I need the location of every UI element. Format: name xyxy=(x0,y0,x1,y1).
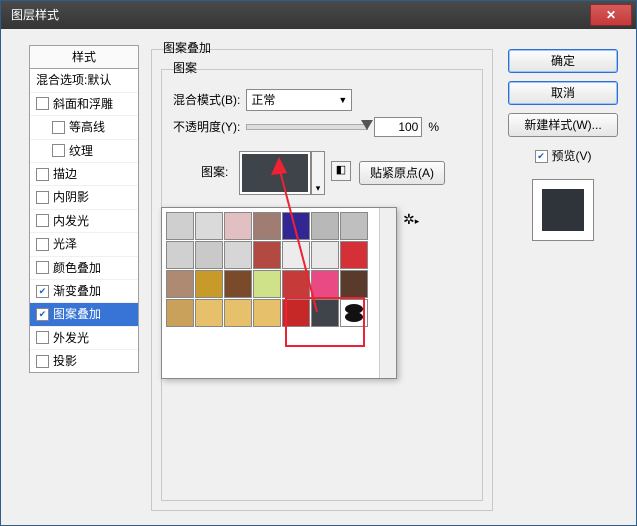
titlebar: 图层样式 ✕ xyxy=(1,1,636,29)
pattern-swatch[interactable] xyxy=(340,299,368,327)
blend-options-row[interactable]: 混合选项:默认 xyxy=(30,69,138,92)
new-preset-icon[interactable]: ◧ xyxy=(331,161,351,181)
pattern-swatch[interactable] xyxy=(311,270,339,298)
pattern-swatch[interactable] xyxy=(282,270,310,298)
style-row-label: 内阴影 xyxy=(53,190,89,204)
close-button[interactable]: ✕ xyxy=(590,4,632,26)
pattern-picker xyxy=(161,207,397,379)
pattern-swatch[interactable] xyxy=(253,270,281,298)
checkbox[interactable] xyxy=(36,97,49,110)
pattern-swatch[interactable] xyxy=(195,299,223,327)
gear-icon[interactable]: ✲▸ xyxy=(403,211,419,228)
pattern-swatch[interactable] xyxy=(282,241,310,269)
preview-label: 预览(V) xyxy=(552,149,592,163)
checkbox[interactable] xyxy=(36,191,49,204)
style-row-label: 外发光 xyxy=(53,331,89,345)
pattern-swatch[interactable] xyxy=(253,212,281,240)
chevron-down-icon: ▾ xyxy=(316,183,321,194)
pattern-swatch[interactable] xyxy=(195,270,223,298)
close-icon: ✕ xyxy=(606,8,616,22)
blend-mode-label: 混合模式(B): xyxy=(173,93,240,107)
style-row[interactable]: 颜色叠加 xyxy=(30,257,138,280)
cancel-button[interactable]: 取消 xyxy=(508,81,618,105)
checkbox[interactable] xyxy=(36,214,49,227)
pattern-swatch[interactable] xyxy=(282,212,310,240)
style-row[interactable]: 光泽 xyxy=(30,233,138,256)
preview-thumbnail xyxy=(532,179,594,241)
opacity-value[interactable]: 100 xyxy=(374,117,422,137)
checkbox[interactable] xyxy=(36,355,49,368)
pattern-label: 图案: xyxy=(201,165,228,179)
pattern-swatch[interactable] xyxy=(166,212,194,240)
slider-thumb[interactable] xyxy=(361,120,373,130)
pattern-swatch[interactable] xyxy=(166,241,194,269)
checkbox[interactable] xyxy=(36,331,49,344)
style-row-label: 内发光 xyxy=(53,214,89,228)
percent-label: % xyxy=(428,120,439,134)
inner-section-title: 图案 xyxy=(169,61,201,75)
pattern-swatch[interactable] xyxy=(311,299,339,327)
pattern-swatch[interactable] xyxy=(224,299,252,327)
style-row-label: 图案叠加 xyxy=(53,307,101,321)
style-row[interactable]: 内阴影 xyxy=(30,186,138,209)
scrollbar[interactable] xyxy=(379,208,396,378)
opacity-slider[interactable] xyxy=(246,124,368,130)
style-row-label: 等高线 xyxy=(69,120,105,134)
style-row[interactable]: 纹理 xyxy=(30,140,138,163)
pattern-swatch[interactable] xyxy=(311,241,339,269)
pattern-swatch[interactable] xyxy=(166,270,194,298)
window-title: 图层样式 xyxy=(5,8,590,22)
style-row-label: 光泽 xyxy=(53,237,77,251)
pattern-swatch[interactable] xyxy=(282,299,310,327)
pattern-swatch[interactable] xyxy=(224,270,252,298)
style-row[interactable]: 图案叠加 xyxy=(30,303,138,326)
checkbox[interactable] xyxy=(52,144,65,157)
style-row-label: 斜面和浮雕 xyxy=(53,97,113,111)
style-row[interactable]: 描边 xyxy=(30,163,138,186)
checkbox[interactable] xyxy=(36,285,49,298)
checkbox[interactable] xyxy=(36,308,49,321)
pattern-dropdown-button[interactable]: ▾ xyxy=(311,151,325,195)
pattern-swatch[interactable] xyxy=(224,241,252,269)
snap-to-origin-button[interactable]: 贴紧原点(A) xyxy=(359,161,445,185)
pattern-swatch[interactable] xyxy=(166,299,194,327)
style-row[interactable]: 斜面和浮雕 xyxy=(30,93,138,116)
pattern-swatch[interactable] xyxy=(195,212,223,240)
style-row[interactable]: 等高线 xyxy=(30,116,138,139)
blend-options-label: 混合选项:默认 xyxy=(36,73,111,87)
pattern-swatch[interactable] xyxy=(253,299,281,327)
pattern-swatch[interactable] xyxy=(253,241,281,269)
pattern-swatch[interactable] xyxy=(311,212,339,240)
style-row[interactable]: 外发光 xyxy=(30,327,138,350)
styles-header[interactable]: 样式 xyxy=(29,45,139,68)
checkbox[interactable] xyxy=(52,121,65,134)
style-row[interactable]: 渐变叠加 xyxy=(30,280,138,303)
style-row[interactable]: 内发光 xyxy=(30,210,138,233)
preview-checkbox[interactable] xyxy=(535,150,548,163)
style-row-label: 描边 xyxy=(53,167,77,181)
pattern-swatch[interactable] xyxy=(224,212,252,240)
pattern-swatch[interactable] xyxy=(340,212,368,240)
blend-mode-value: 正常 xyxy=(251,93,275,107)
new-style-button[interactable]: 新建样式(W)... xyxy=(508,113,618,137)
styles-list: 混合选项:默认 斜面和浮雕等高线纹理描边内阴影内发光光泽颜色叠加渐变叠加图案叠加… xyxy=(29,68,139,373)
opacity-label: 不透明度(Y): xyxy=(173,120,240,134)
pattern-preview[interactable] xyxy=(239,151,311,195)
chevron-down-icon: ▼ xyxy=(338,95,347,106)
checkbox[interactable] xyxy=(36,261,49,274)
pattern-swatch[interactable] xyxy=(340,270,368,298)
style-row-label: 投影 xyxy=(53,354,77,368)
pattern-swatch[interactable] xyxy=(195,241,223,269)
style-row[interactable]: 投影 xyxy=(30,350,138,372)
style-row-label: 纹理 xyxy=(69,144,93,158)
blend-mode-combo[interactable]: 正常 ▼ xyxy=(246,89,352,111)
checkbox[interactable] xyxy=(36,168,49,181)
style-row-label: 渐变叠加 xyxy=(53,284,101,298)
ok-button[interactable]: 确定 xyxy=(508,49,618,73)
section-title: 图案叠加 xyxy=(159,41,215,55)
style-row-label: 颜色叠加 xyxy=(53,261,101,275)
pattern-swatch[interactable] xyxy=(340,241,368,269)
checkbox[interactable] xyxy=(36,238,49,251)
